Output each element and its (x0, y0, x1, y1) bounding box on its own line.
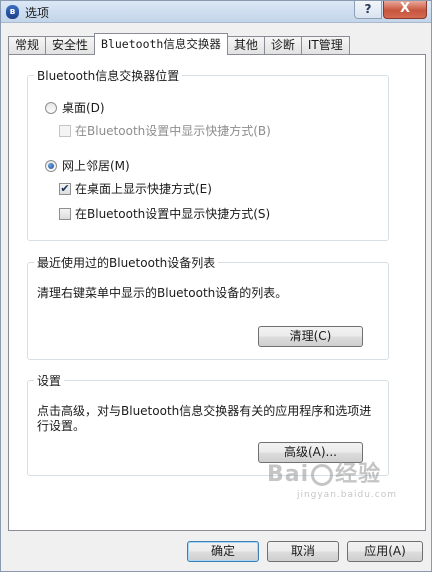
watermark-url: jingyan.baidu.com (296, 490, 397, 500)
network-radio-row[interactable]: 网上邻居(M) (45, 157, 130, 174)
tab-strip: 常规 安全性 Bluetooth信息交换器 其他 诊断 IT管理 (8, 33, 350, 55)
desktop-shortcut-label: 在Bluetooth设置中显示快捷方式(B) (75, 124, 271, 138)
ok-button[interactable]: 确定 (187, 541, 259, 562)
help-button[interactable]: ? (354, 1, 382, 19)
apply-button[interactable]: 应用(A) (347, 541, 423, 562)
settings-description: 点击高级，对与Bluetooth信息交换器有关的应用程序和选项进行设置。 (37, 404, 372, 433)
location-group-title: Bluetooth信息交换器位置 (34, 67, 183, 84)
options-dialog: ʙ 选项 ? X 常规 安全性 Bluetooth信息交换器 其他 诊断 IT管… (0, 0, 432, 572)
show-in-settings-label: 在Bluetooth设置中显示快捷方式(S) (75, 207, 271, 221)
desktop-radio[interactable] (45, 101, 57, 114)
tab-other[interactable]: 其他 (226, 36, 265, 55)
cancel-button[interactable]: 取消 (267, 541, 339, 562)
tab-general[interactable]: 常规 (8, 36, 47, 55)
window-title: 选项 (25, 6, 50, 20)
tab-security[interactable]: 安全性 (45, 36, 96, 55)
show-in-settings-row[interactable]: 在Bluetooth设置中显示快捷方式(S) (59, 205, 270, 222)
tab-diagnostics[interactable]: 诊断 (263, 36, 302, 55)
network-radio-label: 网上邻居(M) (62, 159, 130, 173)
watermark-text: Bai (267, 462, 310, 487)
title-bar: ʙ 选项 ? X (1, 1, 431, 23)
settings-group-title: 设置 (34, 372, 65, 389)
tab-panel: Bluetooth信息交换器位置 桌面(D) 在Bluetooth设置中显示快捷… (8, 54, 426, 531)
show-on-desktop-row[interactable]: ✔ 在桌面上显示快捷方式(E) (59, 180, 212, 197)
tab-bluetooth-exchange[interactable]: Bluetooth信息交换器 (94, 33, 228, 55)
show-on-desktop-label: 在桌面上显示快捷方式(E) (75, 182, 212, 196)
close-button[interactable]: X (383, 1, 427, 19)
baidu-watermark: Bai 经验 jingyan.baidu.com (267, 456, 397, 500)
show-in-settings-checkbox[interactable] (59, 207, 71, 220)
network-radio[interactable] (45, 159, 57, 172)
tab-it-management[interactable]: IT管理 (300, 36, 350, 55)
clear-button[interactable]: 清理(C) (258, 326, 363, 347)
desktop-radio-row[interactable]: 桌面(D) (45, 99, 105, 116)
show-on-desktop-checkbox[interactable]: ✔ (59, 182, 71, 195)
location-group: Bluetooth信息交换器位置 桌面(D) 在Bluetooth设置中显示快捷… (27, 67, 389, 241)
paw-icon (311, 464, 334, 486)
bluetooth-icon: ʙ (6, 5, 19, 19)
recent-devices-description: 清理右键菜单中显示的Bluetooth设备的列表。 (37, 286, 288, 300)
desktop-radio-label: 桌面(D) (62, 101, 105, 115)
desktop-shortcut-checkbox (59, 124, 71, 137)
recent-devices-group: 最近使用过的Bluetooth设备列表 清理右键菜单中显示的Bluetooth设… (27, 254, 389, 360)
desktop-shortcut-row: 在Bluetooth设置中显示快捷方式(B) (59, 122, 271, 139)
watermark-suffix: 经验 (335, 462, 382, 487)
recent-devices-group-title: 最近使用过的Bluetooth设备列表 (34, 254, 219, 271)
